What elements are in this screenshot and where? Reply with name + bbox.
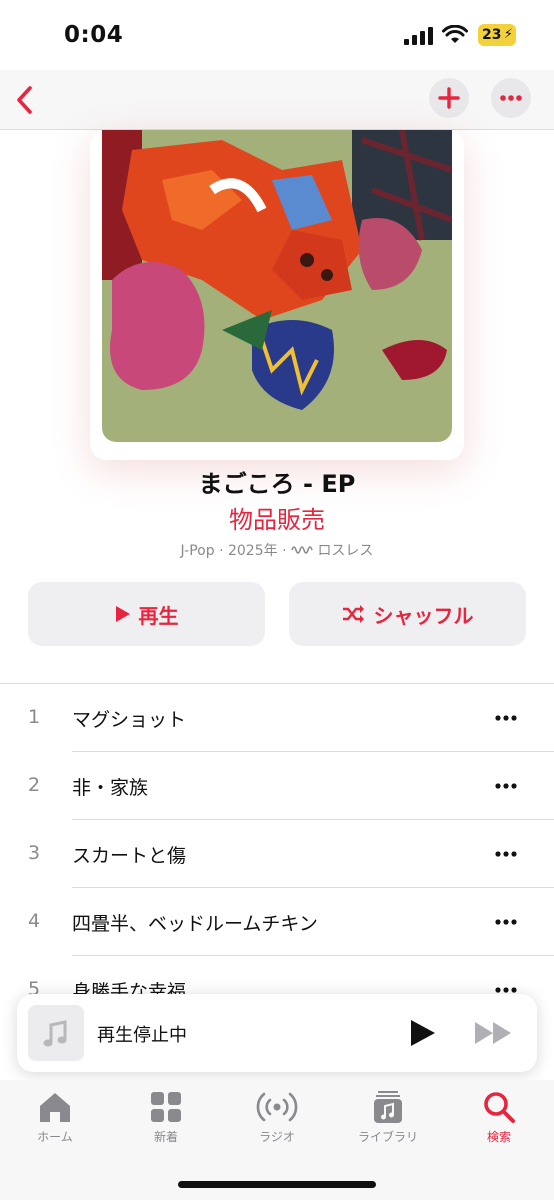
artist-link[interactable]: 物品販売 xyxy=(0,500,554,535)
mini-player-artwork xyxy=(28,1005,84,1061)
search-icon xyxy=(484,1092,515,1123)
mini-play-button[interactable] xyxy=(407,1018,437,1048)
track-more-button[interactable] xyxy=(490,772,522,800)
track-number: 1 xyxy=(28,706,41,728)
track-title: 非・家族 xyxy=(72,777,149,799)
charging-bolt-icon: ⚡ xyxy=(503,27,513,42)
tab-label: ライブラリ xyxy=(357,1130,418,1144)
tab-label: ホーム xyxy=(37,1130,73,1144)
tab-home[interactable]: ホーム xyxy=(5,1090,105,1145)
chevron-left-icon xyxy=(17,86,32,114)
radio-icon xyxy=(256,1092,298,1122)
house-icon xyxy=(40,1093,70,1122)
status-time: 0:04 xyxy=(64,22,124,48)
album-quality: ロスレス xyxy=(317,543,374,559)
track-row[interactable]: 4 四畳半、ベッドルームチキン xyxy=(0,888,554,956)
status-bar: 0:04 23 ⚡ xyxy=(0,0,554,70)
album-year: 2025年 xyxy=(227,543,278,559)
music-note-icon xyxy=(43,1020,67,1047)
tab-label: 新着 xyxy=(153,1130,178,1144)
tab-search[interactable]: 検索 xyxy=(449,1090,549,1145)
tab-library[interactable]: ライブラリ xyxy=(338,1090,438,1145)
album-meta: J-Pop · 2025年 · ロスレス xyxy=(0,540,554,560)
meta-separator: · xyxy=(282,543,287,559)
wifi-icon xyxy=(442,25,468,43)
navigation-bar xyxy=(0,70,554,130)
home-indicator xyxy=(178,1181,376,1188)
meta-separator: · xyxy=(219,543,224,559)
track-more-button[interactable] xyxy=(490,840,522,868)
ellipsis-icon xyxy=(500,95,522,101)
track-more-button[interactable] xyxy=(490,908,522,936)
tab-label: 検索 xyxy=(486,1130,511,1144)
tab-label: ラジオ xyxy=(259,1130,295,1144)
album-genre: J-Pop xyxy=(180,543,215,559)
track-number: 4 xyxy=(28,910,41,932)
play-button[interactable]: 再生 xyxy=(28,582,265,646)
more-options-button[interactable] xyxy=(491,78,531,118)
track-list: 1 マグショット 2 非・家族 3 スカートと傷 4 四畳半、ベッドルームチキン… xyxy=(0,683,554,1024)
track-more-button[interactable] xyxy=(490,704,522,732)
track-number: 2 xyxy=(28,774,41,796)
album-title: まごころ - EP xyxy=(198,470,356,498)
tab-radio[interactable]: ラジオ xyxy=(227,1090,327,1145)
plus-icon xyxy=(438,87,460,109)
shuffle-button[interactable]: シャッフル xyxy=(289,582,526,646)
cellular-signal-icon xyxy=(404,27,433,45)
track-title: スカートと傷 xyxy=(72,845,187,867)
mini-player[interactable]: 再生停止中 xyxy=(17,994,537,1072)
track-row[interactable]: 3 スカートと傷 xyxy=(0,820,554,888)
battery-indicator: 23 ⚡ xyxy=(478,24,516,46)
play-icon xyxy=(115,606,130,622)
track-title: マグショット xyxy=(72,709,187,731)
back-button[interactable] xyxy=(10,80,50,120)
track-row[interactable]: 2 非・家族 xyxy=(0,752,554,820)
track-title: 四畳半、ベッドルームチキン xyxy=(72,913,318,935)
album-artwork[interactable] xyxy=(102,130,452,442)
mini-player-status: 再生停止中 xyxy=(97,1025,187,1046)
add-to-library-button[interactable] xyxy=(429,78,469,118)
track-row[interactable]: 1 マグショット xyxy=(0,684,554,752)
tab-new[interactable]: 新着 xyxy=(116,1090,216,1145)
play-button-label: 再生 xyxy=(138,603,179,628)
grid-icon xyxy=(151,1092,181,1122)
artwork-image xyxy=(102,130,452,442)
battery-level: 23 xyxy=(482,27,502,43)
library-icon xyxy=(374,1091,402,1123)
lossless-icon xyxy=(291,546,313,554)
skip-forward-button[interactable] xyxy=(473,1018,515,1048)
track-number: 3 xyxy=(28,842,41,864)
shuffle-icon xyxy=(342,605,364,623)
shuffle-button-label: シャッフル xyxy=(373,603,474,628)
